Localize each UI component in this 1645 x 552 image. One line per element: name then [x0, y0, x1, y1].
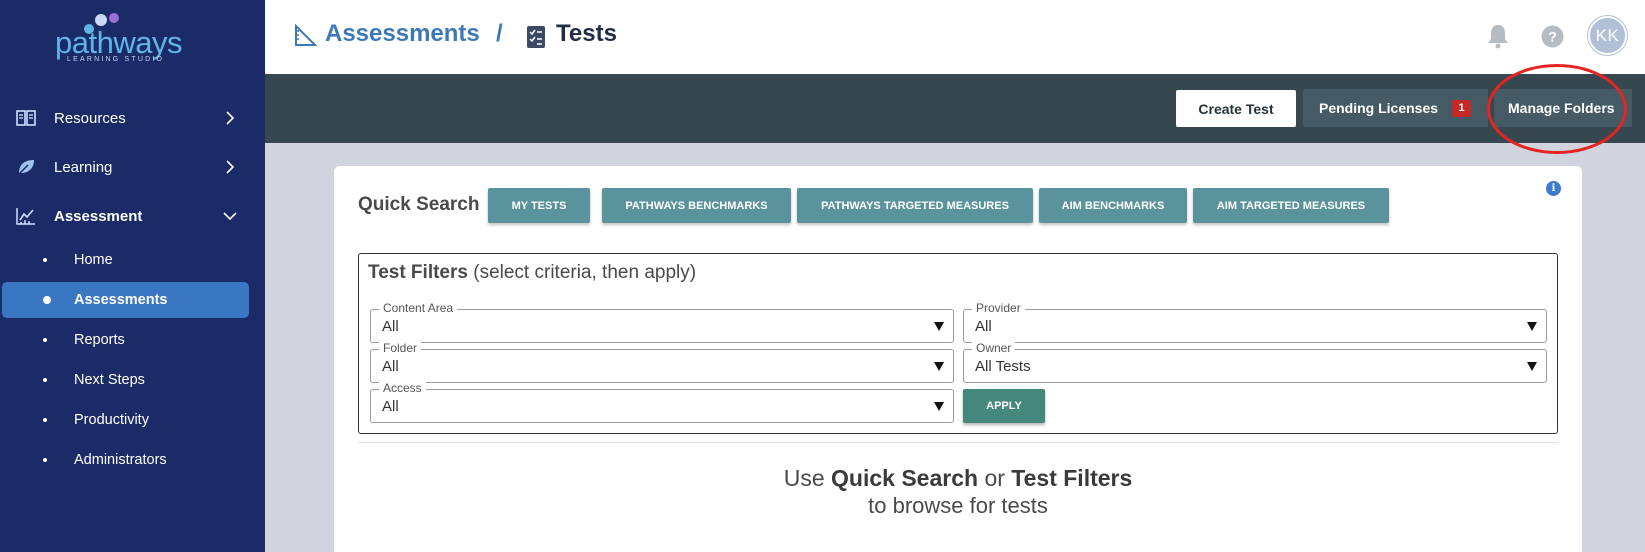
- action-toolbar: Create Test Pending Licenses 1 Manage Fo…: [265, 64, 1645, 154]
- manage-folders-button[interactable]: Manage Folders: [1494, 89, 1632, 127]
- sidebar-item-label: Administrators: [74, 452, 167, 468]
- sidebar-item-administrators[interactable]: Administrators: [0, 442, 265, 478]
- field-label: Content Area: [379, 301, 458, 315]
- leaf-icon: [17, 160, 34, 176]
- nav-label-learning: Learning: [54, 158, 113, 176]
- quick-search-aim-benchmarks[interactable]: AIM BENCHMARKS: [1039, 188, 1187, 223]
- quick-search-pathways-benchmarks[interactable]: PATHWAYS BENCHMARKS: [602, 188, 791, 223]
- sidebar-item-home[interactable]: Home: [0, 242, 265, 278]
- field-value: All: [975, 318, 992, 335]
- sidebar-item-label: Assessments: [74, 292, 168, 308]
- nav-label-resources: Resources: [54, 109, 126, 127]
- access-select[interactable]: Access All: [370, 381, 954, 423]
- quick-search-my-tests[interactable]: MY TESTS: [488, 188, 590, 223]
- hint-quick-search: Quick Search: [831, 465, 979, 491]
- sidebar: pathways LEARNING STUDIO Resources Learn…: [0, 0, 265, 552]
- field-label: Provider: [972, 301, 1025, 315]
- field-label: Folder: [379, 341, 422, 355]
- page-title: Tests: [556, 20, 617, 47]
- bullet-icon: [43, 418, 47, 422]
- folder-select[interactable]: Folder All: [370, 341, 954, 383]
- quick-search-aim-targeted[interactable]: AIM TARGETED MEASURES: [1193, 188, 1389, 223]
- hint-use: Use: [783, 465, 825, 491]
- divider: [358, 442, 1558, 443]
- sidebar-item-label: Home: [74, 252, 113, 268]
- breadcrumb-assessments[interactable]: Assessments: [325, 20, 480, 48]
- bullet-icon: [43, 458, 47, 462]
- hint-test-filters: Test Filters: [1011, 465, 1133, 491]
- sidebar-item-label: Productivity: [74, 412, 149, 428]
- chart-line-icon: [16, 208, 35, 225]
- chevron-right-icon: [226, 160, 235, 174]
- content-area-select[interactable]: Content Area All: [370, 301, 954, 343]
- pending-licenses-button[interactable]: Pending Licenses 1: [1303, 89, 1488, 127]
- sidebar-item-label: Next Steps: [74, 372, 145, 388]
- dropdown-arrow-icon: [934, 362, 944, 371]
- sidebar-item-reports[interactable]: Reports: [0, 322, 265, 358]
- quick-search-label: Quick Search: [358, 194, 480, 215]
- help-icon[interactable]: ?: [1541, 25, 1564, 48]
- chevron-down-icon: [223, 212, 237, 221]
- field-value: All Tests: [975, 358, 1031, 375]
- bullet-icon: [43, 296, 51, 304]
- empty-state-line2: to browse for tests: [868, 493, 1048, 518]
- bullet-icon: [43, 258, 47, 262]
- nav-item-assessment[interactable]: Assessment: [0, 196, 265, 236]
- sidebar-item-label: Reports: [74, 332, 125, 348]
- logo-subtext: LEARNING STUDIO: [67, 56, 165, 63]
- chevron-right-icon: [226, 111, 235, 125]
- ruler-triangle-icon: [295, 24, 317, 46]
- avatar[interactable]: KK: [1588, 16, 1627, 55]
- dropdown-arrow-icon: [1527, 322, 1537, 331]
- test-filters-panel: Test Filters (select criteria, then appl…: [358, 253, 1558, 434]
- provider-select[interactable]: Provider All: [963, 301, 1547, 343]
- sidebar-item-productivity[interactable]: Productivity: [0, 402, 265, 438]
- sidebar-item-next-steps[interactable]: Next Steps: [0, 362, 265, 398]
- pending-count-badge: 1: [1452, 99, 1472, 117]
- field-value: All: [382, 318, 399, 335]
- dropdown-arrow-icon: [934, 402, 944, 411]
- quick-search-pathways-targeted[interactable]: PATHWAYS TARGETED MEASURES: [797, 188, 1033, 223]
- svg-text:?: ?: [1548, 29, 1557, 45]
- dropdown-arrow-icon: [1527, 362, 1537, 371]
- breadcrumb-separator: /: [496, 20, 503, 47]
- create-test-button[interactable]: Create Test: [1176, 90, 1296, 127]
- nav-item-resources[interactable]: Resources: [0, 98, 265, 138]
- pending-licenses-label: Pending Licenses: [1319, 100, 1439, 116]
- tests-card: Quick Search MY TESTS PATHWAYS BENCHMARK…: [334, 166, 1582, 552]
- hint-or: or: [984, 465, 1005, 491]
- apply-button[interactable]: APPLY: [963, 389, 1045, 423]
- pathways-logo[interactable]: pathways LEARNING STUDIO: [55, 12, 205, 63]
- nav-item-learning[interactable]: Learning: [0, 147, 265, 187]
- empty-state-line1: Use Quick Search or Test Filters: [334, 465, 1582, 492]
- bullet-icon: [43, 378, 47, 382]
- bullet-icon: [43, 338, 47, 342]
- dropdown-arrow-icon: [934, 322, 944, 331]
- filters-title: Test Filters (select criteria, then appl…: [368, 262, 696, 284]
- field-value: All: [382, 358, 399, 375]
- checklist-icon: [527, 26, 545, 48]
- info-icon[interactable]: i: [1546, 181, 1561, 196]
- owner-select[interactable]: Owner All Tests: [963, 341, 1547, 383]
- book-icon: [16, 110, 36, 126]
- field-label: Access: [379, 381, 426, 395]
- sidebar-item-assessments[interactable]: Assessments: [2, 282, 249, 318]
- top-header: Assessments / Tests ? KK: [265, 0, 1645, 74]
- field-label: Owner: [972, 341, 1016, 355]
- field-value: All: [382, 398, 399, 415]
- bell-icon[interactable]: [1486, 23, 1510, 49]
- filters-title-bold: Test Filters: [368, 262, 468, 283]
- filters-subtitle: (select criteria, then apply): [473, 262, 697, 283]
- nav-label-assessment: Assessment: [54, 207, 143, 225]
